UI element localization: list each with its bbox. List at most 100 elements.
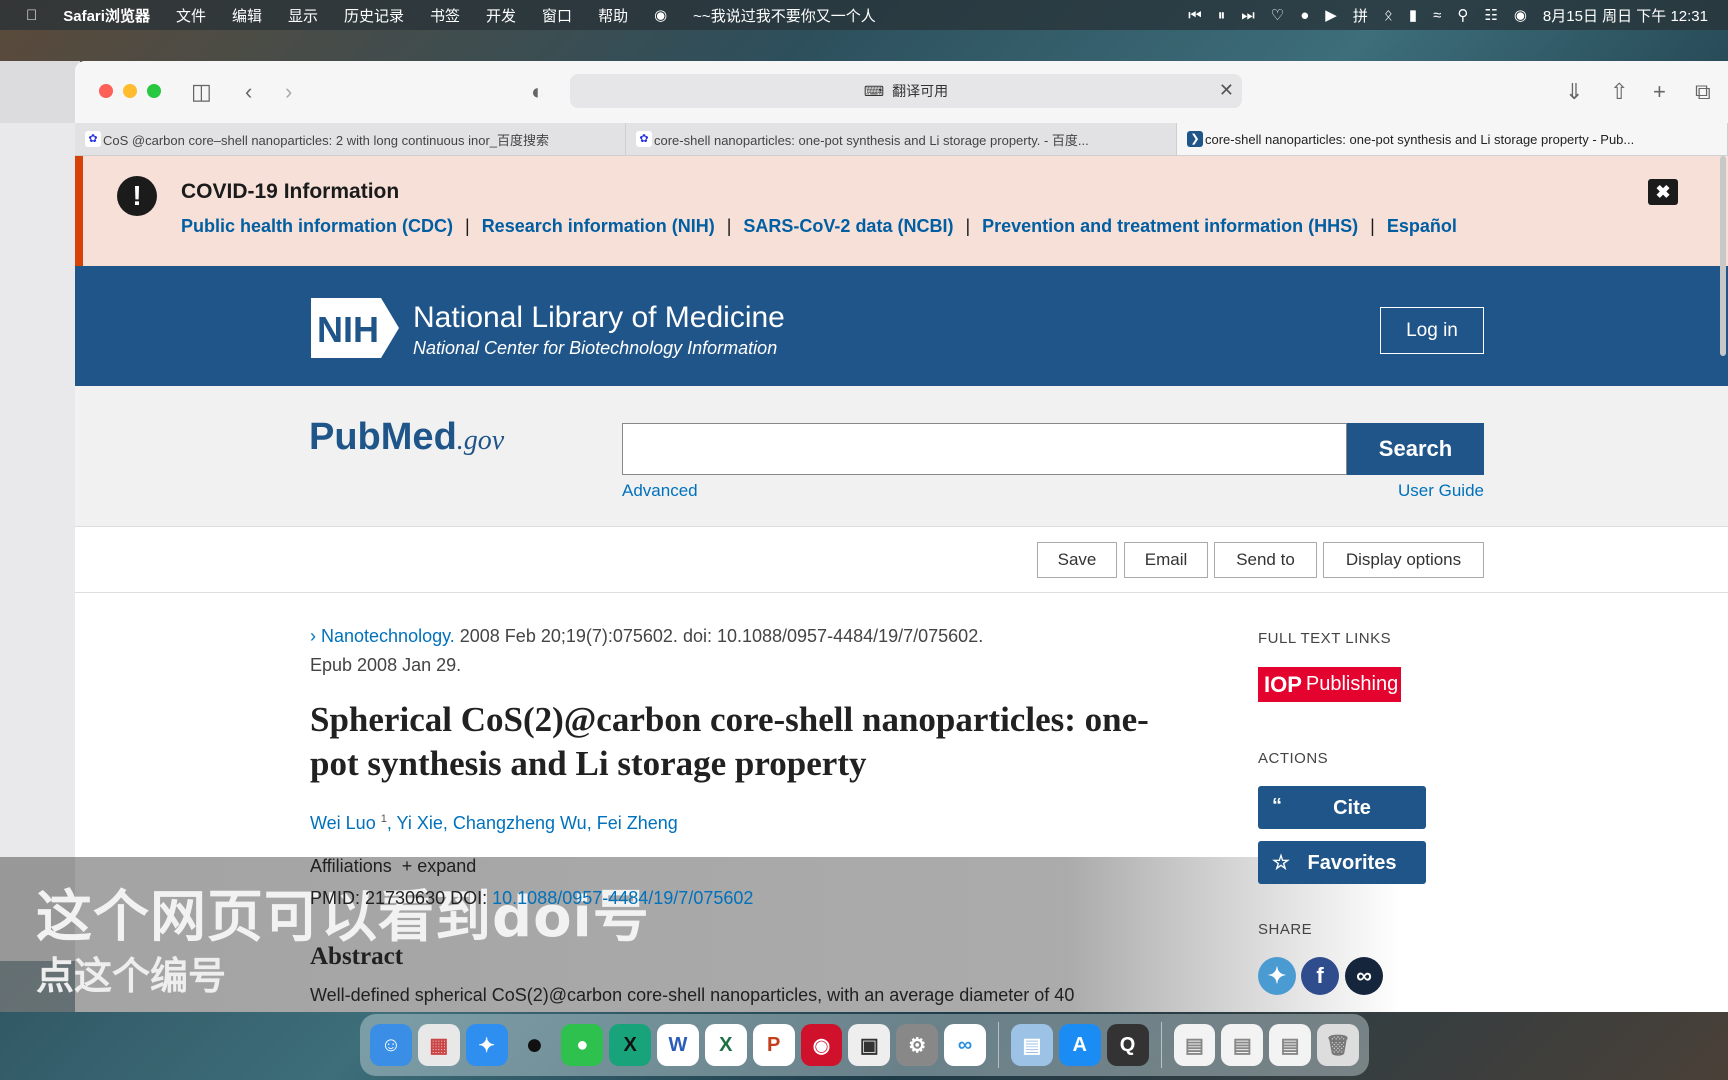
- system-preferences-icon[interactable]: ⚙: [896, 1024, 939, 1066]
- pause-icon[interactable]: ⏸: [1218, 7, 1226, 24]
- wechat-app-icon[interactable]: ●: [561, 1024, 604, 1066]
- apple-icon[interactable]: : [26, 7, 37, 24]
- link-icon[interactable]: ∞: [1345, 957, 1383, 995]
- qq-icon[interactable]: ●: [514, 1024, 556, 1066]
- user-guide-link[interactable]: User Guide: [1398, 481, 1484, 501]
- scrollbar[interactable]: [1720, 156, 1726, 356]
- login-button[interactable]: Log in: [1380, 307, 1484, 354]
- advanced-link[interactable]: Advanced: [622, 481, 698, 501]
- close-window-button[interactable]: [99, 84, 113, 98]
- menu-window[interactable]: 窗口: [542, 5, 572, 26]
- cite-button[interactable]: “Cite: [1258, 786, 1426, 829]
- back-icon[interactable]: ‹: [245, 79, 252, 105]
- document-thumbnail-icon[interactable]: ▤: [1173, 1024, 1216, 1066]
- email-button[interactable]: Email: [1124, 542, 1208, 578]
- finder-icon[interactable]: ☺: [370, 1024, 412, 1066]
- heart-icon[interactable]: ♡: [1271, 6, 1284, 24]
- tab-overview-icon[interactable]: ⧉: [1695, 79, 1711, 105]
- search-input[interactable]: [622, 423, 1347, 475]
- send-to-button[interactable]: Send to: [1214, 542, 1317, 578]
- menu-help[interactable]: 帮助: [598, 5, 628, 26]
- iop-publishing-link[interactable]: IOP Publishing: [1258, 667, 1401, 702]
- powerpoint-icon[interactable]: P: [752, 1024, 795, 1066]
- screenshot-thumbnail-icon[interactable]: ▤: [1221, 1024, 1264, 1066]
- close-banner-button[interactable]: ✖: [1648, 179, 1678, 205]
- tab-baidu-1[interactable]: ✿ CoS @carbon core–shell nanoparticles: 2…: [75, 123, 626, 155]
- x-app-icon[interactable]: X: [609, 1024, 652, 1066]
- link-ncbi[interactable]: SARS-CoV-2 data (NCBI): [743, 216, 953, 237]
- screenshot-thumbnail-icon[interactable]: ▤: [1269, 1024, 1312, 1066]
- quicktime-icon[interactable]: Q: [1106, 1024, 1149, 1066]
- save-button[interactable]: Save: [1037, 542, 1117, 578]
- author-link[interactable]: Yi Xie: [397, 813, 443, 833]
- pubmed-logo[interactable]: PubMed.gov: [309, 416, 504, 459]
- siri-icon[interactable]: ◉: [1514, 6, 1527, 24]
- twitter-icon[interactable]: ✦: [1258, 957, 1296, 995]
- tab-pubmed[interactable]: ❯ core-shell nanoparticles: one-pot synth…: [1177, 123, 1728, 155]
- nlm-title[interactable]: National Library of Medicine: [413, 301, 785, 335]
- now-playing[interactable]: ~~我说过我不要你又一个人: [693, 5, 876, 26]
- input-method-icon[interactable]: 拼: [1353, 5, 1368, 26]
- word-icon[interactable]: W: [657, 1024, 699, 1066]
- control-center-icon[interactable]: ☷: [1484, 6, 1497, 24]
- sidebar-icon[interactable]: ◫: [191, 79, 212, 105]
- share-icon[interactable]: ⇧: [1610, 79, 1628, 105]
- tab-baidu-2[interactable]: ✿ core-shell nanoparticles: one-pot synth…: [626, 123, 1177, 155]
- separator: |: [726, 216, 732, 236]
- prev-track-icon[interactable]: ⏮: [1188, 7, 1202, 24]
- address-bar[interactable]: ⌨ 翻译可用 ✕: [570, 74, 1242, 108]
- link-nih[interactable]: Research information (NIH): [482, 216, 715, 237]
- menu-develop[interactable]: 开发: [486, 5, 516, 26]
- next-track-icon[interactable]: ⏭: [1241, 7, 1255, 24]
- baidu-netdisk-icon[interactable]: ∞: [944, 1024, 986, 1066]
- expand-button[interactable]: + expand: [402, 856, 477, 876]
- trash-icon[interactable]: 🗑: [1317, 1024, 1359, 1066]
- menu-file[interactable]: 文件: [176, 5, 206, 26]
- launchpad-icon[interactable]: ▦: [417, 1024, 460, 1066]
- bluetooth-icon[interactable]: ᛟ: [1384, 7, 1393, 24]
- zoom-window-button[interactable]: [147, 84, 161, 98]
- spotlight-icon[interactable]: ⚲: [1457, 6, 1468, 24]
- display-options-button[interactable]: Display options: [1323, 542, 1484, 578]
- minimize-window-button[interactable]: [123, 84, 137, 98]
- clock[interactable]: 8月15日 周日 下午 12:31: [1543, 5, 1708, 26]
- play-icon[interactable]: ▶: [1325, 6, 1337, 24]
- dock: ☺ ▦ ✦ ● ● X W X P ◉ ▣ ⚙ ∞ ▤ A Q ▤ ▤ ▤ 🗑: [360, 1014, 1369, 1076]
- safari-icon[interactable]: ✦: [465, 1024, 508, 1066]
- forward-icon[interactable]: ›: [285, 79, 292, 105]
- translate-icon[interactable]: ⌨: [864, 83, 884, 100]
- favorites-button[interactable]: ☆ Favorites: [1258, 841, 1426, 884]
- privacy-shield-icon[interactable]: ◐: [531, 79, 544, 105]
- address-text: 翻译可用: [892, 83, 949, 99]
- new-tab-icon[interactable]: +: [1653, 79, 1666, 105]
- search-button[interactable]: Search: [1347, 423, 1484, 475]
- menu-history[interactable]: 历史记录: [344, 5, 404, 26]
- app-store-icon[interactable]: A: [1058, 1024, 1101, 1066]
- facebook-icon[interactable]: f: [1301, 957, 1339, 995]
- menu-app[interactable]: Safari浏览器: [63, 5, 150, 26]
- preview-icon[interactable]: ▤: [1010, 1024, 1053, 1066]
- excel-icon[interactable]: X: [704, 1024, 747, 1066]
- link-espanol[interactable]: Español: [1387, 216, 1457, 237]
- journal-link[interactable]: Nanotechnology.: [321, 626, 455, 646]
- menu-edit[interactable]: 编辑: [232, 5, 262, 26]
- author-link[interactable]: Fei Zheng: [597, 813, 678, 833]
- clear-icon[interactable]: ✕: [1219, 80, 1234, 101]
- affiliation-sup[interactable]: 1: [381, 813, 387, 825]
- wechat-icon[interactable]: ●: [1300, 7, 1309, 24]
- wifi-icon[interactable]: ≈: [1433, 7, 1441, 24]
- record-icon[interactable]: ◉: [654, 6, 667, 24]
- caption-line-1: 这个网页可以看到doi号: [36, 885, 650, 950]
- author-link[interactable]: Wei Luo: [310, 813, 376, 833]
- link-cdc[interactable]: Public health information (CDC): [181, 216, 453, 237]
- screenshot-icon[interactable]: ▣: [848, 1024, 891, 1066]
- link-hhs[interactable]: Prevention and treatment information (HH…: [982, 216, 1358, 237]
- doi-link[interactable]: 10.1088/0957-4484/19/7/075602: [492, 888, 753, 908]
- menu-view[interactable]: 显示: [288, 5, 318, 26]
- netease-music-icon[interactable]: ◉: [800, 1024, 843, 1066]
- author-link[interactable]: Changzheng Wu: [453, 813, 587, 833]
- menu-bookmarks[interactable]: 书签: [430, 5, 460, 26]
- downloads-icon[interactable]: ⇓: [1565, 79, 1583, 105]
- battery-icon[interactable]: ▮: [1409, 6, 1417, 24]
- nih-logo[interactable]: NIH: [311, 298, 403, 358]
